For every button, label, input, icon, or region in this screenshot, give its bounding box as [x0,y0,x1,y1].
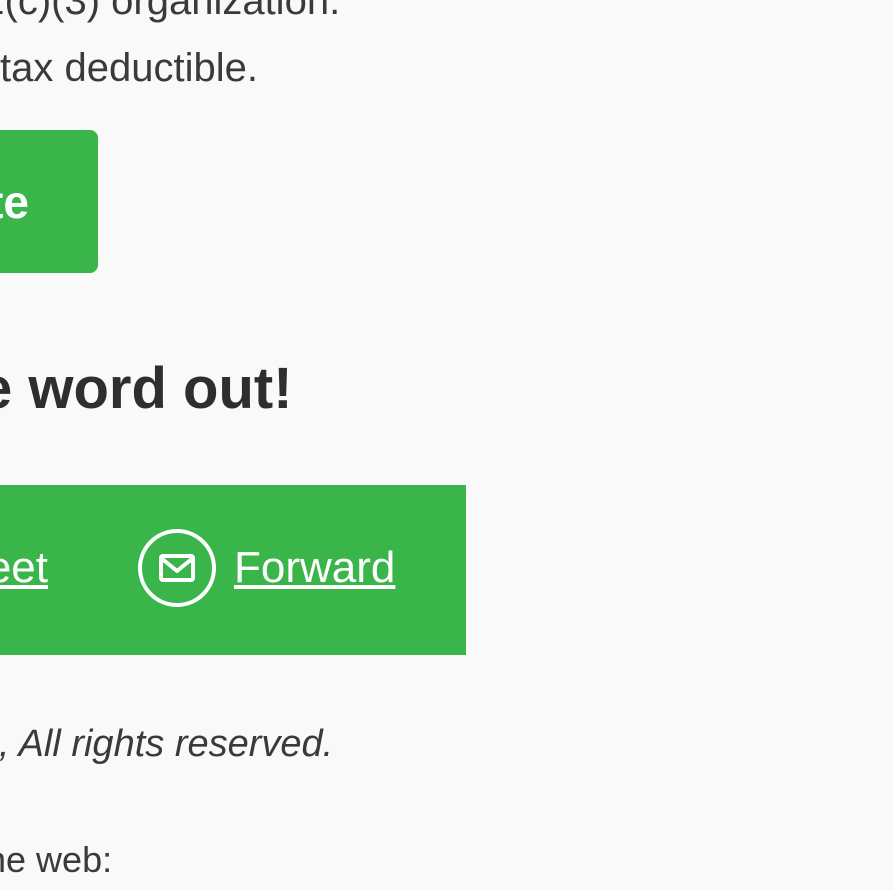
tax-deductible-text: tax deductible. [0,46,258,90]
share-heading: e word out! [0,356,293,421]
forward-link[interactable]: Forward [234,543,395,593]
donate-button[interactable]: nte [0,130,98,273]
nonprofit-status-text: 01(c)(3) organization. [0,0,341,23]
find-us-on-web-text: he web: [0,839,113,880]
donate-button-label: nte [0,175,29,228]
envelope-circle-icon[interactable] [136,527,218,609]
tweet-link[interactable]: eet [0,543,48,593]
share-bar: eet Forward [0,485,466,655]
copyright-text: mbered, All rights reserved. [0,723,334,765]
email-page: 01(c)(3) organization. tax deductible. n… [0,0,893,890]
